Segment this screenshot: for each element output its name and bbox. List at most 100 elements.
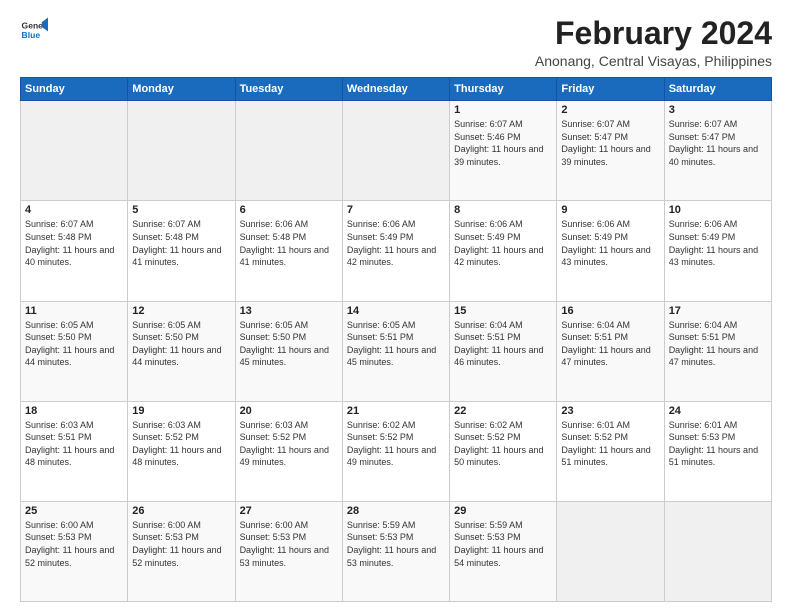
day-info: Sunrise: 6:04 AMSunset: 5:51 PMDaylight:… (454, 319, 552, 369)
day-number: 19 (132, 405, 230, 417)
table-row: 3 Sunrise: 6:07 AMSunset: 5:47 PMDaylight… (664, 101, 771, 201)
day-info: Sunrise: 6:01 AMSunset: 5:52 PMDaylight:… (561, 419, 659, 469)
day-info: Sunrise: 6:07 AMSunset: 5:48 PMDaylight:… (132, 218, 230, 268)
day-number: 7 (347, 204, 445, 216)
day-info: Sunrise: 6:00 AMSunset: 5:53 PMDaylight:… (25, 519, 123, 569)
day-info: Sunrise: 6:04 AMSunset: 5:51 PMDaylight:… (561, 319, 659, 369)
table-row: 7 Sunrise: 6:06 AMSunset: 5:49 PMDaylight… (342, 201, 449, 301)
generalblue-icon: General Blue (20, 16, 48, 44)
day-number: 5 (132, 204, 230, 216)
calendar-table: Sunday Monday Tuesday Wednesday Thursday… (20, 77, 772, 602)
table-row: 24 Sunrise: 6:01 AMSunset: 5:53 PMDayligh… (664, 401, 771, 501)
table-row (342, 101, 449, 201)
col-sunday: Sunday (21, 78, 128, 101)
table-row: 4 Sunrise: 6:07 AMSunset: 5:48 PMDaylight… (21, 201, 128, 301)
calendar-week-3: 18 Sunrise: 6:03 AMSunset: 5:51 PMDayligh… (21, 401, 772, 501)
day-number: 20 (240, 405, 338, 417)
page: General Blue February 2024 Anonang, Cent… (0, 0, 792, 612)
table-row: 23 Sunrise: 6:01 AMSunset: 5:52 PMDayligh… (557, 401, 664, 501)
table-row: 20 Sunrise: 6:03 AMSunset: 5:52 PMDayligh… (235, 401, 342, 501)
calendar-week-0: 1 Sunrise: 6:07 AMSunset: 5:46 PMDaylight… (21, 101, 772, 201)
table-row: 1 Sunrise: 6:07 AMSunset: 5:46 PMDaylight… (450, 101, 557, 201)
day-info: Sunrise: 6:06 AMSunset: 5:49 PMDaylight:… (454, 218, 552, 268)
day-info: Sunrise: 6:03 AMSunset: 5:52 PMDaylight:… (240, 419, 338, 469)
day-info: Sunrise: 6:03 AMSunset: 5:51 PMDaylight:… (25, 419, 123, 469)
day-number: 18 (25, 405, 123, 417)
day-number: 17 (669, 305, 767, 317)
day-number: 12 (132, 305, 230, 317)
table-row: 18 Sunrise: 6:03 AMSunset: 5:51 PMDayligh… (21, 401, 128, 501)
table-row (664, 501, 771, 601)
day-number: 26 (132, 505, 230, 517)
table-row: 21 Sunrise: 6:02 AMSunset: 5:52 PMDayligh… (342, 401, 449, 501)
day-number: 27 (240, 505, 338, 517)
day-number: 11 (25, 305, 123, 317)
day-info: Sunrise: 6:05 AMSunset: 5:51 PMDaylight:… (347, 319, 445, 369)
day-number: 1 (454, 104, 552, 116)
day-number: 15 (454, 305, 552, 317)
col-saturday: Saturday (664, 78, 771, 101)
day-info: Sunrise: 6:07 AMSunset: 5:48 PMDaylight:… (25, 218, 123, 268)
header: General Blue February 2024 Anonang, Cent… (20, 16, 772, 69)
day-number: 8 (454, 204, 552, 216)
day-info: Sunrise: 6:06 AMSunset: 5:49 PMDaylight:… (347, 218, 445, 268)
table-row (21, 101, 128, 201)
day-number: 22 (454, 405, 552, 417)
day-number: 21 (347, 405, 445, 417)
col-monday: Monday (128, 78, 235, 101)
day-number: 24 (669, 405, 767, 417)
table-row (128, 101, 235, 201)
table-row: 25 Sunrise: 6:00 AMSunset: 5:53 PMDayligh… (21, 501, 128, 601)
day-info: Sunrise: 5:59 AMSunset: 5:53 PMDaylight:… (454, 519, 552, 569)
table-row: 26 Sunrise: 6:00 AMSunset: 5:53 PMDayligh… (128, 501, 235, 601)
day-number: 2 (561, 104, 659, 116)
table-row: 11 Sunrise: 6:05 AMSunset: 5:50 PMDayligh… (21, 301, 128, 401)
day-number: 29 (454, 505, 552, 517)
table-row: 16 Sunrise: 6:04 AMSunset: 5:51 PMDayligh… (557, 301, 664, 401)
day-info: Sunrise: 6:07 AMSunset: 5:46 PMDaylight:… (454, 118, 552, 168)
day-info: Sunrise: 6:05 AMSunset: 5:50 PMDaylight:… (25, 319, 123, 369)
day-number: 9 (561, 204, 659, 216)
day-info: Sunrise: 6:00 AMSunset: 5:53 PMDaylight:… (240, 519, 338, 569)
day-info: Sunrise: 6:02 AMSunset: 5:52 PMDaylight:… (347, 419, 445, 469)
table-row: 27 Sunrise: 6:00 AMSunset: 5:53 PMDayligh… (235, 501, 342, 601)
day-info: Sunrise: 6:07 AMSunset: 5:47 PMDaylight:… (561, 118, 659, 168)
day-info: Sunrise: 6:06 AMSunset: 5:49 PMDaylight:… (669, 218, 767, 268)
subtitle: Anonang, Central Visayas, Philippines (535, 53, 772, 69)
day-info: Sunrise: 6:06 AMSunset: 5:49 PMDaylight:… (561, 218, 659, 268)
col-thursday: Thursday (450, 78, 557, 101)
table-row: 19 Sunrise: 6:03 AMSunset: 5:52 PMDayligh… (128, 401, 235, 501)
table-row: 15 Sunrise: 6:04 AMSunset: 5:51 PMDayligh… (450, 301, 557, 401)
day-number: 6 (240, 204, 338, 216)
day-info: Sunrise: 6:05 AMSunset: 5:50 PMDaylight:… (132, 319, 230, 369)
day-number: 4 (25, 204, 123, 216)
table-row: 10Sunrise: 6:06 AMSunset: 5:49 PMDayligh… (664, 201, 771, 301)
table-row: 6 Sunrise: 6:06 AMSunset: 5:48 PMDaylight… (235, 201, 342, 301)
day-info: Sunrise: 5:59 AMSunset: 5:53 PMDaylight:… (347, 519, 445, 569)
day-number: 28 (347, 505, 445, 517)
table-row: 28 Sunrise: 5:59 AMSunset: 5:53 PMDayligh… (342, 501, 449, 601)
day-number: 13 (240, 305, 338, 317)
day-number: 16 (561, 305, 659, 317)
table-row: 9 Sunrise: 6:06 AMSunset: 5:49 PMDaylight… (557, 201, 664, 301)
col-tuesday: Tuesday (235, 78, 342, 101)
col-wednesday: Wednesday (342, 78, 449, 101)
day-info: Sunrise: 6:06 AMSunset: 5:48 PMDaylight:… (240, 218, 338, 268)
day-info: Sunrise: 6:07 AMSunset: 5:47 PMDaylight:… (669, 118, 767, 168)
day-number: 25 (25, 505, 123, 517)
day-info: Sunrise: 6:00 AMSunset: 5:53 PMDaylight:… (132, 519, 230, 569)
table-row: 13 Sunrise: 6:05 AMSunset: 5:50 PMDayligh… (235, 301, 342, 401)
calendar-week-2: 11 Sunrise: 6:05 AMSunset: 5:50 PMDayligh… (21, 301, 772, 401)
svg-text:Blue: Blue (22, 30, 41, 40)
table-row (557, 501, 664, 601)
day-info: Sunrise: 6:03 AMSunset: 5:52 PMDaylight:… (132, 419, 230, 469)
day-info: Sunrise: 6:05 AMSunset: 5:50 PMDaylight:… (240, 319, 338, 369)
day-number: 23 (561, 405, 659, 417)
day-info: Sunrise: 6:01 AMSunset: 5:53 PMDaylight:… (669, 419, 767, 469)
calendar-week-1: 4 Sunrise: 6:07 AMSunset: 5:48 PMDaylight… (21, 201, 772, 301)
day-number: 3 (669, 104, 767, 116)
table-row (235, 101, 342, 201)
main-title: February 2024 (535, 16, 772, 51)
table-row: 8 Sunrise: 6:06 AMSunset: 5:49 PMDaylight… (450, 201, 557, 301)
logo: General Blue (20, 16, 48, 44)
